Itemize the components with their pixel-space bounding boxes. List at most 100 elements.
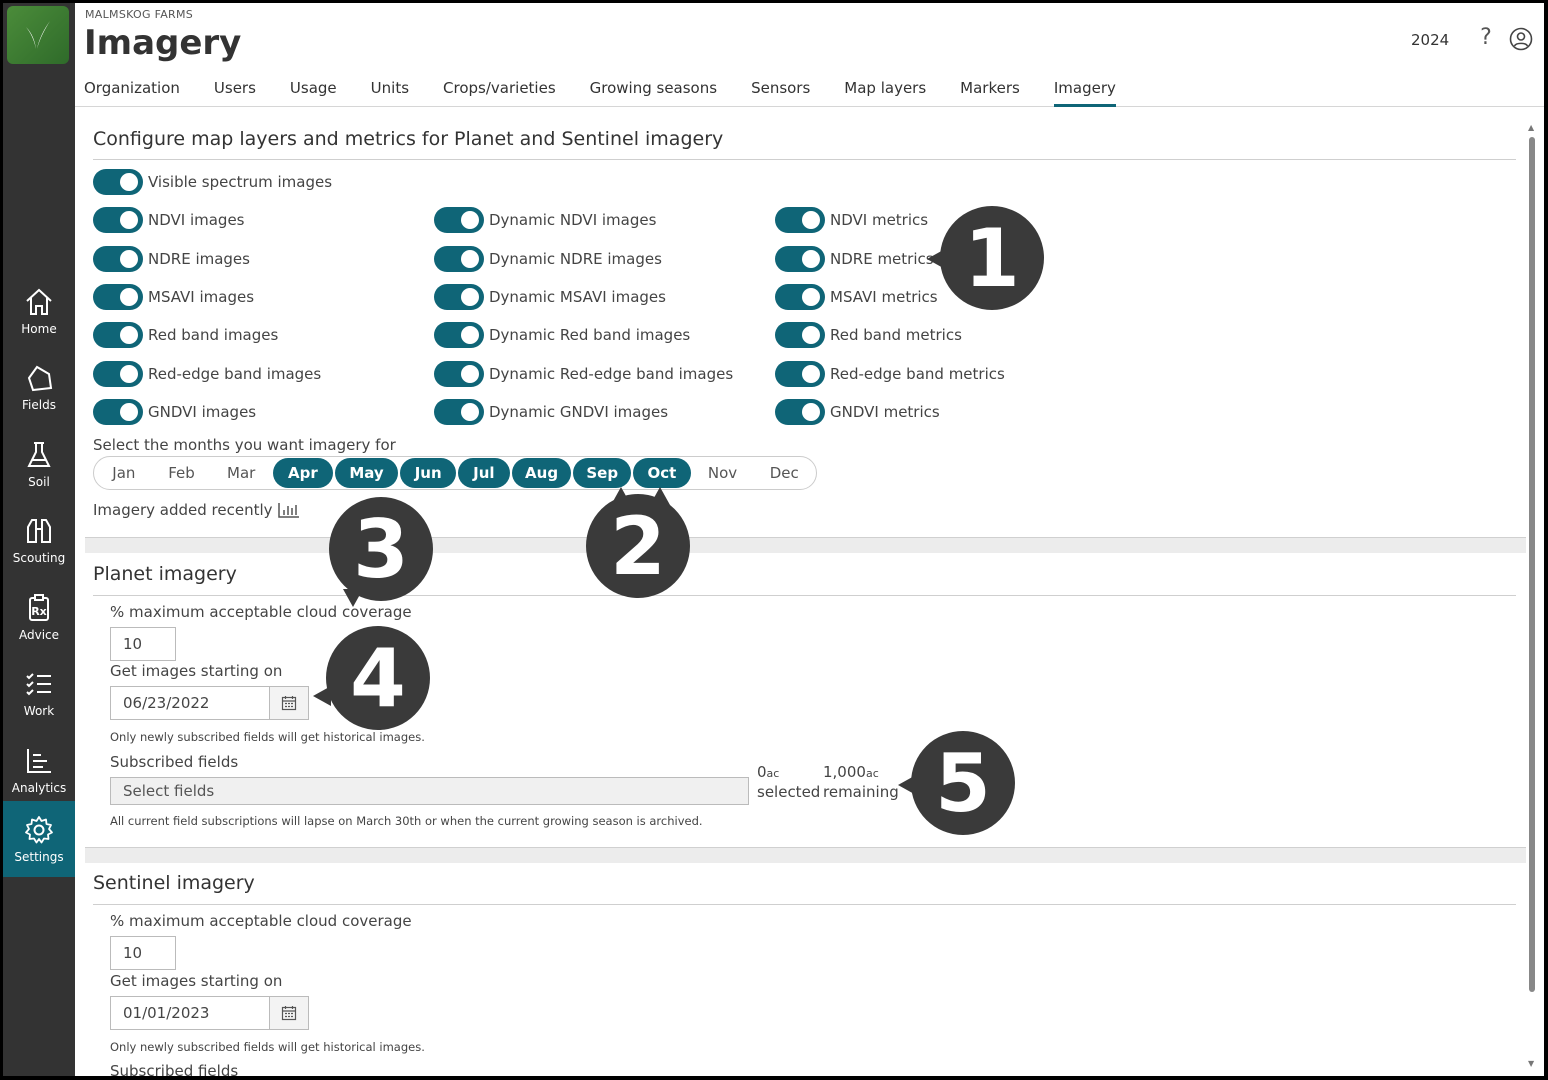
sidebar-item-work[interactable]: Work [3,655,75,731]
toggle-label: MSAVI images [148,288,255,306]
help-icon[interactable]: ? [1475,25,1497,53]
toggle-switch[interactable] [93,169,143,195]
toggle-label: Red band metrics [830,326,962,344]
month-apr[interactable]: Apr [273,458,333,488]
select-placeholder: Select fields [123,782,215,800]
sidebar-item-advice[interactable]: Rx Advice [3,579,75,655]
toggle-switch[interactable] [775,322,825,348]
toggle-switch[interactable] [434,399,484,425]
callout-pointer [611,487,631,505]
planet-cloud-input[interactable] [110,627,176,661]
svg-text:Rx: Rx [31,605,47,618]
toggle-switch[interactable] [93,284,143,310]
month-jun[interactable]: Jun [400,458,457,488]
sidebar-item-analytics[interactable]: Analytics [3,732,75,808]
sidebar-item-label: Home [21,322,57,336]
planet-calendar-button[interactable] [269,686,309,720]
toggle-switch[interactable] [434,246,484,272]
toggle-switch[interactable] [93,361,143,387]
toggle-visible-spectrum: Visible spectrum images [93,168,332,196]
month-nov[interactable]: Nov [693,458,753,488]
sidebar: Home Fields Soil Scouting Rx Advice Work… [3,3,75,1076]
sentinel-cloud-input[interactable] [110,936,176,970]
tab-crops-varieties[interactable]: Crops/varieties [443,79,556,107]
season-year-selector[interactable]: 2024 [1411,31,1449,49]
tab-sensors[interactable]: Sensors [751,79,810,107]
checklist-icon [26,673,51,696]
sidebar-item-home[interactable]: Home [3,273,75,349]
month-dec[interactable]: Dec [754,458,814,488]
toggle-switch[interactable] [434,284,484,310]
settings-tabs: Organization Users Usage Units Crops/var… [84,79,1150,107]
toggle-label: Red band images [148,326,279,344]
sidebar-item-fields[interactable]: Fields [3,349,75,425]
sentinel-start-date-input[interactable] [110,996,270,1030]
toggle-label: Red-edge band metrics [830,365,1005,383]
toggle-dynamic-red-edge: Dynamic Red-edge band images [434,360,733,388]
scroll-down-icon[interactable]: ▼ [1528,1059,1534,1068]
toggle-switch[interactable] [93,246,143,272]
scroll-thumb[interactable] [1529,137,1535,992]
toggle-switch[interactable] [434,322,484,348]
tab-users[interactable]: Users [214,79,256,107]
prescription-icon: Rx [29,594,49,621]
toggle-switch[interactable] [434,207,484,233]
toggle-switch[interactable] [775,284,825,310]
toggle-dynamic-msavi: Dynamic MSAVI images [434,283,666,311]
month-mar[interactable]: Mar [211,458,271,488]
toggle-switch[interactable] [93,322,143,348]
planet-lapse-note: All current field subscriptions will lap… [110,814,703,828]
imagery-added-recently-link[interactable]: Imagery added recently [93,501,300,519]
month-jan[interactable]: Jan [96,458,152,488]
user-account-icon[interactable] [1509,27,1533,51]
sidebar-item-label: Work [23,704,55,718]
sidebar-item-label: Soil [28,475,50,489]
scroll-up-icon[interactable]: ▲ [1528,123,1534,132]
calendar-icon [281,1006,297,1021]
sidebar-item-soil[interactable]: Soil [3,426,75,502]
toggle-label: Dynamic Red band images [489,326,691,344]
month-feb[interactable]: Feb [154,458,210,488]
month-sep[interactable]: Sep [573,458,632,488]
month-may[interactable]: May [334,458,399,488]
toggle-switch[interactable] [775,207,825,233]
toggle-red-band-images: Red band images [93,321,278,349]
planet-select-fields-dropdown[interactable]: Select fields [110,777,749,805]
toggle-switch[interactable] [775,361,825,387]
tab-organization[interactable]: Organization [84,79,180,107]
tab-units[interactable]: Units [371,79,409,107]
month-jul[interactable]: Jul [458,458,510,488]
section-divider [93,904,1516,905]
planet-start-label: Get images starting on [110,662,283,680]
callout-badge-3: 3 [329,497,433,601]
month-oct[interactable]: Oct [633,458,691,488]
toggle-gndvi-images: GNDVI images [93,398,256,426]
toggle-red-edge-images: Red-edge band images [93,360,321,388]
tab-imagery[interactable]: Imagery [1053,79,1116,107]
tab-markers[interactable]: Markers [960,79,1020,107]
toggle-msavi-images: MSAVI images [93,283,254,311]
content-scrollbar[interactable]: ▲ ▼ [1526,119,1538,1074]
toggle-label: Dynamic MSAVI images [489,288,666,306]
section-separator [85,537,1526,553]
sidebar-item-scouting[interactable]: Scouting [3,502,75,578]
toggle-switch[interactable] [775,399,825,425]
sidebar-item-settings[interactable]: Settings [3,801,75,877]
calendar-icon [281,696,297,711]
callout-pointer [898,775,916,795]
toggle-switch[interactable] [93,207,143,233]
toggle-ndvi-images: NDVI images [93,206,245,234]
toggle-switch[interactable] [775,246,825,272]
sentinel-calendar-button[interactable] [269,996,309,1030]
toggle-switch[interactable] [93,399,143,425]
tab-map-layers[interactable]: Map layers [844,79,926,107]
sentinel-section-title: Sentinel imagery [93,872,255,894]
app-logo[interactable] [7,6,69,64]
planet-start-date-input[interactable] [110,686,270,720]
toggle-switch[interactable] [434,361,484,387]
tab-usage[interactable]: Usage [290,79,337,107]
month-aug[interactable]: Aug [511,458,572,488]
tab-growing-seasons[interactable]: Growing seasons [590,79,717,107]
sentinel-cloud-label: % maximum acceptable cloud coverage [110,912,412,930]
sidebar-item-label: Advice [18,628,60,642]
